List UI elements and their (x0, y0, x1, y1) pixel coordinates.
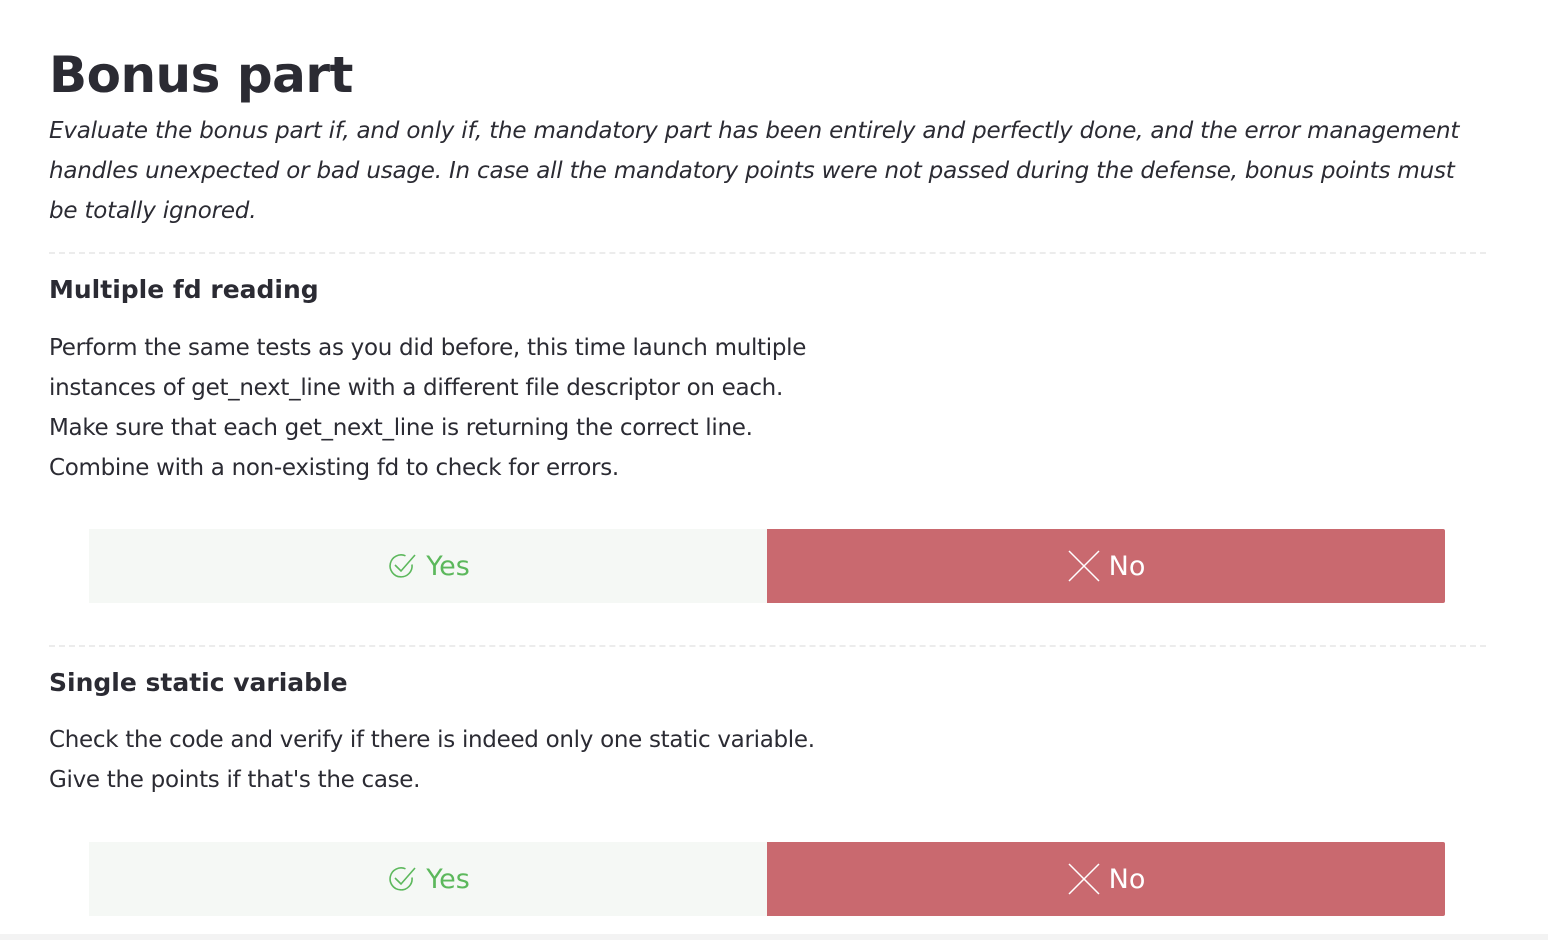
no-button[interactable]: No (767, 529, 1445, 603)
item-title: Multiple fd reading (49, 275, 319, 304)
check-circle-icon (386, 863, 418, 895)
close-x-icon (1067, 862, 1101, 896)
no-button[interactable]: No (767, 842, 1445, 916)
bottom-edge (0, 934, 1548, 940)
no-label: No (1108, 550, 1146, 582)
section-description: Evaluate the bonus part if, and only if,… (49, 118, 1460, 224)
divider (49, 252, 1486, 254)
item-title: Single static variable (49, 668, 348, 697)
no-label: No (1108, 863, 1146, 895)
answer-buttons: Yes No (89, 529, 1445, 603)
divider (49, 645, 1486, 647)
yes-label: Yes (426, 863, 470, 895)
item-description: Perform the same tests as you did before… (49, 335, 807, 481)
answer-buttons: Yes No (89, 842, 1445, 916)
yes-button[interactable]: Yes (89, 842, 767, 916)
yes-label: Yes (426, 550, 470, 582)
section-title: Bonus part (49, 46, 353, 104)
item-description: Check the code and verify if there is in… (49, 727, 815, 793)
check-circle-icon (386, 550, 418, 582)
yes-button[interactable]: Yes (89, 529, 767, 603)
evaluation-page: Bonus part Evaluate the bonus part if, a… (0, 0, 1548, 940)
close-x-icon (1067, 549, 1101, 583)
